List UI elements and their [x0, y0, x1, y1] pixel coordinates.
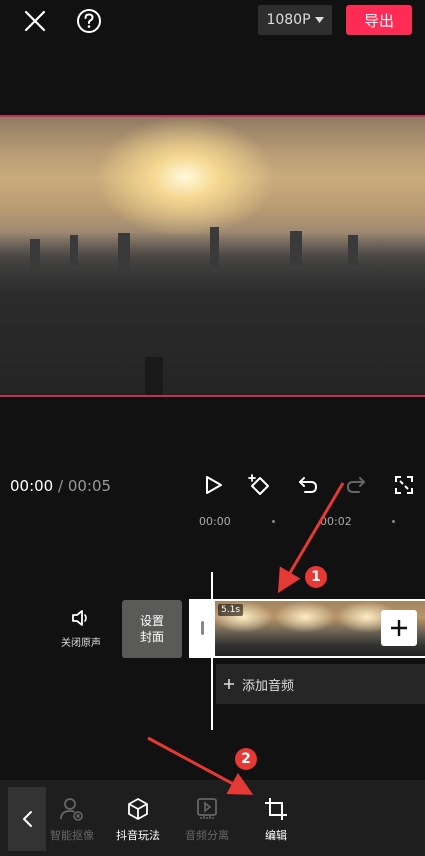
annotation-badge-2: 2	[235, 748, 257, 770]
annotation-arrows	[147, 482, 345, 795]
annotation-badge-1: 1	[305, 566, 327, 588]
annotation-arrow-2	[147, 736, 254, 795]
